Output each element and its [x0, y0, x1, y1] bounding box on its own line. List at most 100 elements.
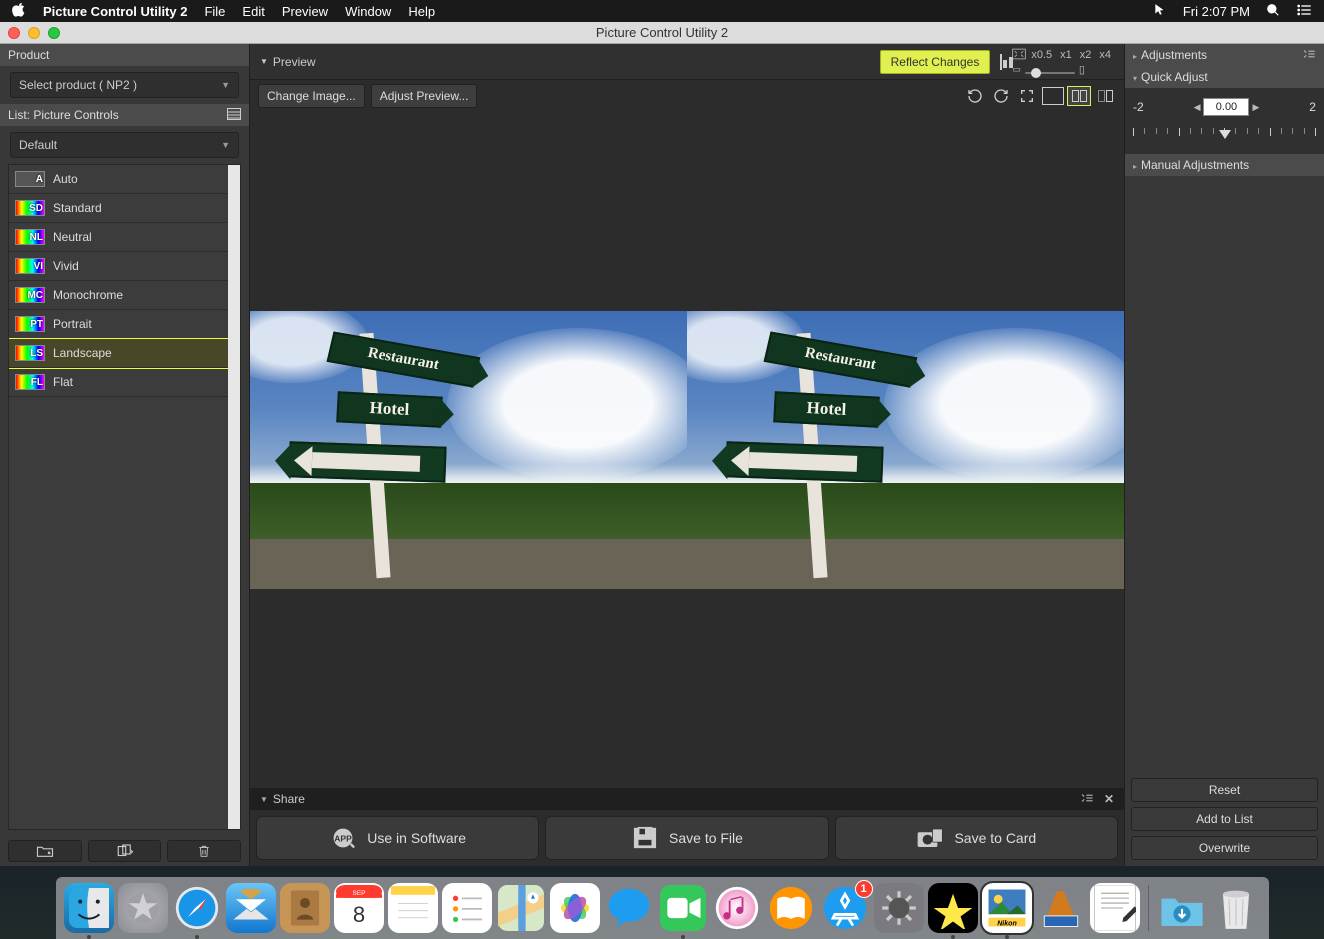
qa-slider-thumb[interactable] — [1219, 130, 1231, 139]
picture-controls-set-dropdown[interactable]: Default ▼ — [10, 132, 239, 158]
picture-controls-list: A Auto SD Standard NL Neutral VI Vivid M… — [8, 164, 241, 830]
dock-facetime-icon[interactable] — [658, 883, 708, 933]
picture-controls-panel-header: List: Picture Controls — [0, 104, 249, 126]
dock-picture-control-utility-icon[interactable]: Nikon — [982, 883, 1032, 933]
picture-control-item-standard[interactable]: SD Standard — [9, 194, 228, 223]
delete-button[interactable] — [167, 840, 241, 862]
dock-finder-icon[interactable] — [64, 883, 114, 933]
triangle-down-icon: ▼ — [260, 57, 268, 66]
menu-preview[interactable]: Preview — [282, 4, 328, 19]
overwrite-button[interactable]: Overwrite — [1131, 836, 1318, 860]
rotate-cw-icon[interactable] — [990, 87, 1012, 105]
control-center-icon[interactable] — [1296, 3, 1312, 20]
import-button[interactable] — [8, 840, 82, 862]
picture-control-item-monochrome[interactable]: MC Monochrome — [9, 281, 228, 310]
dock-downloads-icon[interactable] — [1157, 883, 1207, 933]
menu-file[interactable]: File — [204, 4, 225, 19]
zoom-step-4x[interactable]: x4 — [1096, 49, 1114, 61]
quick-adjust-header[interactable]: ▾Quick Adjust — [1125, 66, 1324, 88]
zoom-slider[interactable] — [1025, 72, 1075, 74]
dock-mail-icon[interactable] — [226, 883, 276, 933]
picture-controls-scrollbar[interactable] — [228, 165, 240, 829]
qa-decrement-button[interactable]: ◀ — [1194, 102, 1201, 113]
app-icon: APP — [329, 826, 357, 850]
dock-ibooks-icon[interactable] — [766, 883, 816, 933]
zoom-in-icon[interactable]: ▯ — [1079, 63, 1085, 76]
camera-card-icon — [916, 826, 944, 850]
dock-calendar-icon[interactable]: SEP8 — [334, 883, 384, 933]
window-zoom-button[interactable] — [48, 27, 60, 39]
layout-single-icon[interactable] — [1042, 87, 1064, 105]
dock: SEP8 1 — [56, 877, 1269, 939]
zoom-controls: x0.5 x1 x2 x4 ▭ ▯ — [1012, 48, 1114, 76]
menubar-clock[interactable]: Fri 2:07 PM — [1183, 4, 1250, 19]
spotlight-icon[interactable] — [1266, 3, 1280, 20]
save-to-card-button[interactable]: Save to Card — [835, 816, 1118, 860]
dock-textedit-icon[interactable] — [1090, 883, 1140, 933]
dock-appstore-icon[interactable]: 1 — [820, 883, 870, 933]
dock-trash-icon[interactable] — [1211, 883, 1261, 933]
adjustments-header[interactable]: ▸Adjustments — [1125, 44, 1324, 66]
picture-control-item-landscape[interactable]: LS Landscape — [9, 339, 228, 368]
picture-control-item-auto[interactable]: A Auto — [9, 165, 228, 194]
histogram-button[interactable] — [1000, 55, 1002, 69]
reset-button[interactable]: Reset — [1131, 778, 1318, 802]
layout-compare-icon[interactable] — [1094, 87, 1116, 105]
collapse-panel-icon[interactable] — [1302, 48, 1316, 63]
sidebar-right: ▸Adjustments ▾Quick Adjust -2 ◀ 0.00 ▶ 2 — [1124, 44, 1324, 866]
qa-max-label: 2 — [1309, 100, 1316, 114]
menu-help[interactable]: Help — [408, 4, 435, 19]
product-dropdown[interactable]: Select product ( NP2 ) ▼ — [10, 72, 239, 98]
share-close-icon[interactable]: ✕ — [1104, 792, 1114, 807]
preview-section-toggle[interactable]: ▼ Preview — [260, 55, 316, 69]
svg-text:Nikon: Nikon — [997, 921, 1017, 928]
dock-viewnx-icon[interactable] — [1036, 883, 1086, 933]
dock-contacts-icon[interactable] — [280, 883, 330, 933]
picture-control-item-vivid[interactable]: VI Vivid — [9, 252, 228, 281]
dock-launchpad-icon[interactable] — [118, 883, 168, 933]
dock-maps-icon[interactable] — [496, 883, 546, 933]
dock-notes-icon[interactable] — [388, 883, 438, 933]
reflect-changes-button[interactable]: Reflect Changes — [880, 50, 991, 74]
qa-value-input[interactable]: 0.00 — [1203, 98, 1249, 116]
rotate-ccw-icon[interactable] — [964, 87, 986, 105]
fullscreen-icon[interactable] — [1016, 87, 1038, 105]
menubar-app-name[interactable]: Picture Control Utility 2 — [43, 4, 187, 19]
menu-edit[interactable]: Edit — [242, 4, 264, 19]
dock-preferences-icon[interactable] — [874, 883, 924, 933]
add-to-list-button[interactable]: Add to List — [1131, 807, 1318, 831]
dock-messages-icon[interactable] — [604, 883, 654, 933]
dock-reminders-icon[interactable] — [442, 883, 492, 933]
layout-split-icon[interactable] — [1068, 87, 1090, 105]
fit-to-screen-icon[interactable] — [1012, 48, 1026, 63]
qa-increment-button[interactable]: ▶ — [1252, 102, 1259, 113]
zoom-out-icon[interactable]: ▭ — [1012, 64, 1021, 75]
menu-window[interactable]: Window — [345, 4, 391, 19]
dock-safari-icon[interactable] — [172, 883, 222, 933]
adjust-preview-button[interactable]: Adjust Preview... — [371, 84, 478, 108]
qa-slider[interactable] — [1133, 128, 1316, 140]
dock-photos-icon[interactable] — [550, 883, 600, 933]
duplicate-button[interactable] — [88, 840, 162, 862]
use-in-software-button[interactable]: APP Use in Software — [256, 816, 539, 860]
dock-itunes-icon[interactable] — [712, 883, 762, 933]
window-minimize-button[interactable] — [28, 27, 40, 39]
picture-control-item-flat[interactable]: FL Flat — [9, 368, 228, 397]
dock-capture-nx-icon[interactable] — [928, 883, 978, 933]
share-section-label[interactable]: Share — [273, 792, 305, 806]
product-panel-header: Product — [0, 44, 249, 66]
share-expand-icon[interactable] — [1080, 792, 1094, 807]
manual-adjustments-header[interactable]: ▸Manual Adjustments — [1125, 154, 1324, 176]
preview-area[interactable]: Restaurant Hotel Restaurant Hotel — [250, 112, 1124, 788]
list-view-icon[interactable] — [227, 108, 241, 123]
change-image-button[interactable]: Change Image... — [258, 84, 365, 108]
window-close-button[interactable] — [8, 27, 20, 39]
status-cursor-icon[interactable] — [1153, 3, 1167, 20]
zoom-step-1x[interactable]: x1 — [1057, 49, 1075, 61]
zoom-step-0-5x[interactable]: x0.5 — [1028, 49, 1055, 61]
picture-control-item-neutral[interactable]: NL Neutral — [9, 223, 228, 252]
save-to-file-button[interactable]: Save to File — [545, 816, 828, 860]
zoom-step-2x[interactable]: x2 — [1077, 49, 1095, 61]
picture-control-item-portrait[interactable]: PT Portrait — [9, 310, 228, 339]
apple-menu[interactable] — [12, 3, 26, 20]
